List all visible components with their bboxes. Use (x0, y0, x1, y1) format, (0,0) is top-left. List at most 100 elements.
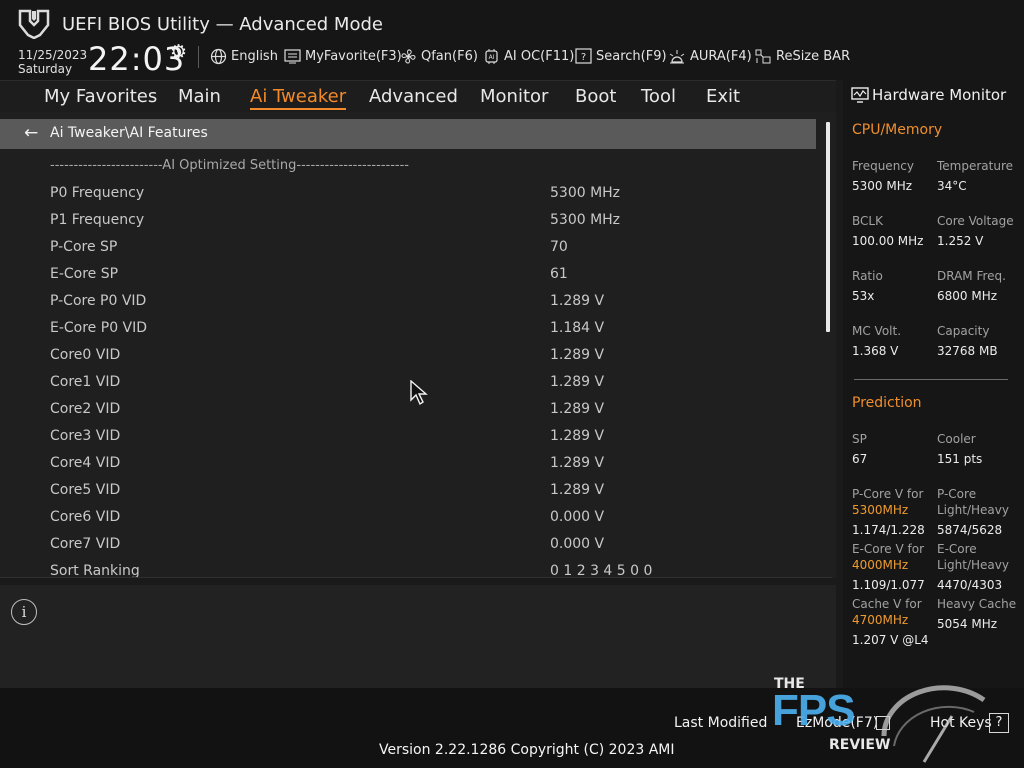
watermark-review: REVIEW (829, 737, 891, 753)
hw-value-heavy-cache: 5054 MHz (937, 617, 998, 631)
hw-label-pcore-v: P-Core V for (852, 487, 924, 501)
date: 11/25/2023 (18, 48, 88, 62)
setting-row-p0-frequency[interactable]: P0 Frequency 5300 MHz (0, 185, 816, 212)
menu-tool[interactable]: Tool (641, 86, 676, 107)
setting-row-p-core-p0-vid[interactable]: P-Core P0 VID 1.289 V (0, 293, 816, 320)
divider (198, 46, 199, 68)
cpu-memory-section-title: CPU/Memory (852, 122, 943, 138)
vertical-scrollbar[interactable] (826, 122, 830, 332)
setting-value: 70 (550, 239, 568, 255)
top-bar: UEFI BIOS Utility — Advanced Mode 11/25/… (0, 0, 1024, 80)
myfavorite-button[interactable]: MyFavorite(F3) (284, 47, 402, 65)
version-text: Version 2.22.1286 Copyright (C) 2023 AMI (379, 742, 675, 758)
breadcrumb-bar: ← Ai Tweaker\AI Features (0, 119, 816, 149)
menu-advanced[interactable]: Advanced (369, 86, 458, 107)
hardware-monitor-panel: Hardware Monitor CPU/Memory Frequency 53… (843, 80, 1024, 688)
resize-bar-icon (755, 49, 771, 63)
svg-text:AI: AI (489, 54, 495, 61)
setting-row-core2-vid[interactable]: Core2 VID 1.289 V (0, 401, 816, 428)
hw-label-bclk: BCLK (852, 214, 883, 228)
language-button[interactable]: English (210, 47, 278, 65)
horizontal-scrollbar[interactable] (0, 577, 832, 578)
hw-value-ecore-lh: 4470/4303 (937, 578, 1003, 592)
last-modified-button[interactable]: Last Modified (674, 715, 767, 731)
setting-value: 5300 MHz (550, 212, 621, 228)
hw-value-mc-volt: 1.368 V (852, 344, 899, 358)
hw-label-pcore-lh: P-Core (937, 487, 977, 501)
ai-oc-button[interactable]: AI AI OC(F11) (483, 47, 574, 65)
fan-icon (401, 49, 416, 63)
hw-value-capacity: 32768 MB (937, 344, 998, 358)
setting-label: Core0 VID (50, 347, 121, 363)
hw-label-core-voltage: Core Voltage (937, 214, 1014, 228)
setting-row-core0-vid[interactable]: Core0 VID 1.289 V (0, 347, 816, 374)
hw-label-temperature: Temperature (937, 159, 1014, 173)
setting-value: 1.184 V (550, 320, 605, 336)
language-label: English (231, 48, 278, 64)
setting-label: Core4 VID (50, 455, 121, 471)
setting-value: 0.000 V (550, 509, 605, 525)
search-button[interactable]: ? Search(F9) (575, 47, 667, 65)
search-help-icon: ? (575, 48, 592, 64)
setting-row-p-core-sp[interactable]: P-Core SP 70 (0, 239, 816, 266)
hw-label-capacity: Capacity (937, 324, 990, 338)
hw-value-ratio: 53x (852, 289, 875, 303)
setting-label: E-Core SP (50, 266, 119, 282)
setting-label: Core5 VID (50, 482, 121, 498)
setting-row-core1-vid[interactable]: Core1 VID 1.289 V (0, 374, 816, 401)
hw-value-temperature: 34°C (937, 179, 967, 193)
hw-ecore-freq: 4000MHz (852, 558, 909, 572)
setting-label: Core1 VID (50, 374, 121, 390)
qfan-label: Qfan(F6) (421, 48, 478, 64)
setting-label: Core2 VID (50, 401, 121, 417)
hw-label-sp: SP (852, 432, 867, 446)
setting-row-core7-vid[interactable]: Core7 VID 0.000 V (0, 536, 816, 563)
hw-value-cooler: 151 pts (937, 452, 983, 466)
ai-chip-icon: AI (485, 48, 498, 64)
setting-label: Sort Ranking (50, 563, 140, 578)
back-arrow-icon[interactable]: ← (24, 125, 38, 142)
hw-label-pcore-lh-2: Light/Heavy (937, 503, 1009, 517)
setting-value: 1.289 V (550, 401, 605, 417)
setting-row-core5-vid[interactable]: Core5 VID 1.289 V (0, 482, 816, 509)
hw-label-ecore-lh-2: Light/Heavy (937, 558, 1009, 572)
menu-monitor[interactable]: Monitor (480, 86, 548, 107)
resize-bar-label: ReSize BAR (776, 48, 851, 64)
menu-ai-tweaker[interactable]: Ai Tweaker (250, 86, 347, 110)
resize-bar-button[interactable]: ReSize BAR (754, 47, 850, 65)
hw-value-ecore-v: 1.109/1.077 (852, 578, 925, 592)
hw-label-ratio: Ratio (852, 269, 883, 283)
setting-label: Core6 VID (50, 509, 121, 525)
menu-exit[interactable]: Exit (706, 86, 740, 107)
hw-label-cooler: Cooler (937, 432, 976, 446)
menu-main[interactable]: Main (178, 86, 221, 107)
setting-row-e-core-sp[interactable]: E-Core SP 61 (0, 266, 816, 293)
aura-light-icon (669, 49, 685, 63)
setting-row-p1-frequency[interactable]: P1 Frequency 5300 MHz (0, 212, 816, 239)
main-menu-bar: My Favorites Main Ai Tweaker Advanced Mo… (0, 80, 836, 112)
qfan-button[interactable]: Qfan(F6) (400, 47, 478, 65)
setting-row-sort-ranking[interactable]: Sort Ranking 0 1 2 3 4 5 0 0 (0, 563, 816, 578)
setting-row-core6-vid[interactable]: Core6 VID 0.000 V (0, 509, 816, 536)
aura-button[interactable]: AURA(F4) (668, 47, 752, 65)
menu-boot[interactable]: Boot (575, 86, 616, 107)
setting-label: P-Core SP (50, 239, 118, 255)
menu-my-favorites[interactable]: My Favorites (44, 86, 157, 107)
setting-label: E-Core P0 VID (50, 320, 148, 336)
settings-content: ← Ai Tweaker\AI Features ---------------… (0, 112, 836, 578)
setting-value: 5300 MHz (550, 185, 621, 201)
bios-screen: UEFI BIOS Utility — Advanced Mode 11/25/… (0, 0, 1024, 768)
setting-row-e-core-p0-vid[interactable]: E-Core P0 VID 1.184 V (0, 320, 816, 347)
hw-label-mc-volt: MC Volt. (852, 324, 902, 338)
setting-row-core4-vid[interactable]: Core4 VID 1.289 V (0, 455, 816, 482)
setting-value: 1.289 V (550, 428, 605, 444)
svg-text:?: ? (581, 52, 586, 63)
section-header: ------------------------AI Optimized Set… (50, 158, 409, 173)
gear-icon[interactable]: ⚙ (170, 41, 187, 63)
breadcrumb: Ai Tweaker\AI Features (50, 125, 208, 141)
fps-review-watermark: THE FPS REVIEW (772, 676, 1014, 768)
hardware-monitor-title: Hardware Monitor (851, 86, 1006, 104)
setting-row-core3-vid[interactable]: Core3 VID 1.289 V (0, 428, 816, 455)
globe-icon (210, 48, 227, 64)
hw-value-sp: 67 (852, 452, 868, 466)
